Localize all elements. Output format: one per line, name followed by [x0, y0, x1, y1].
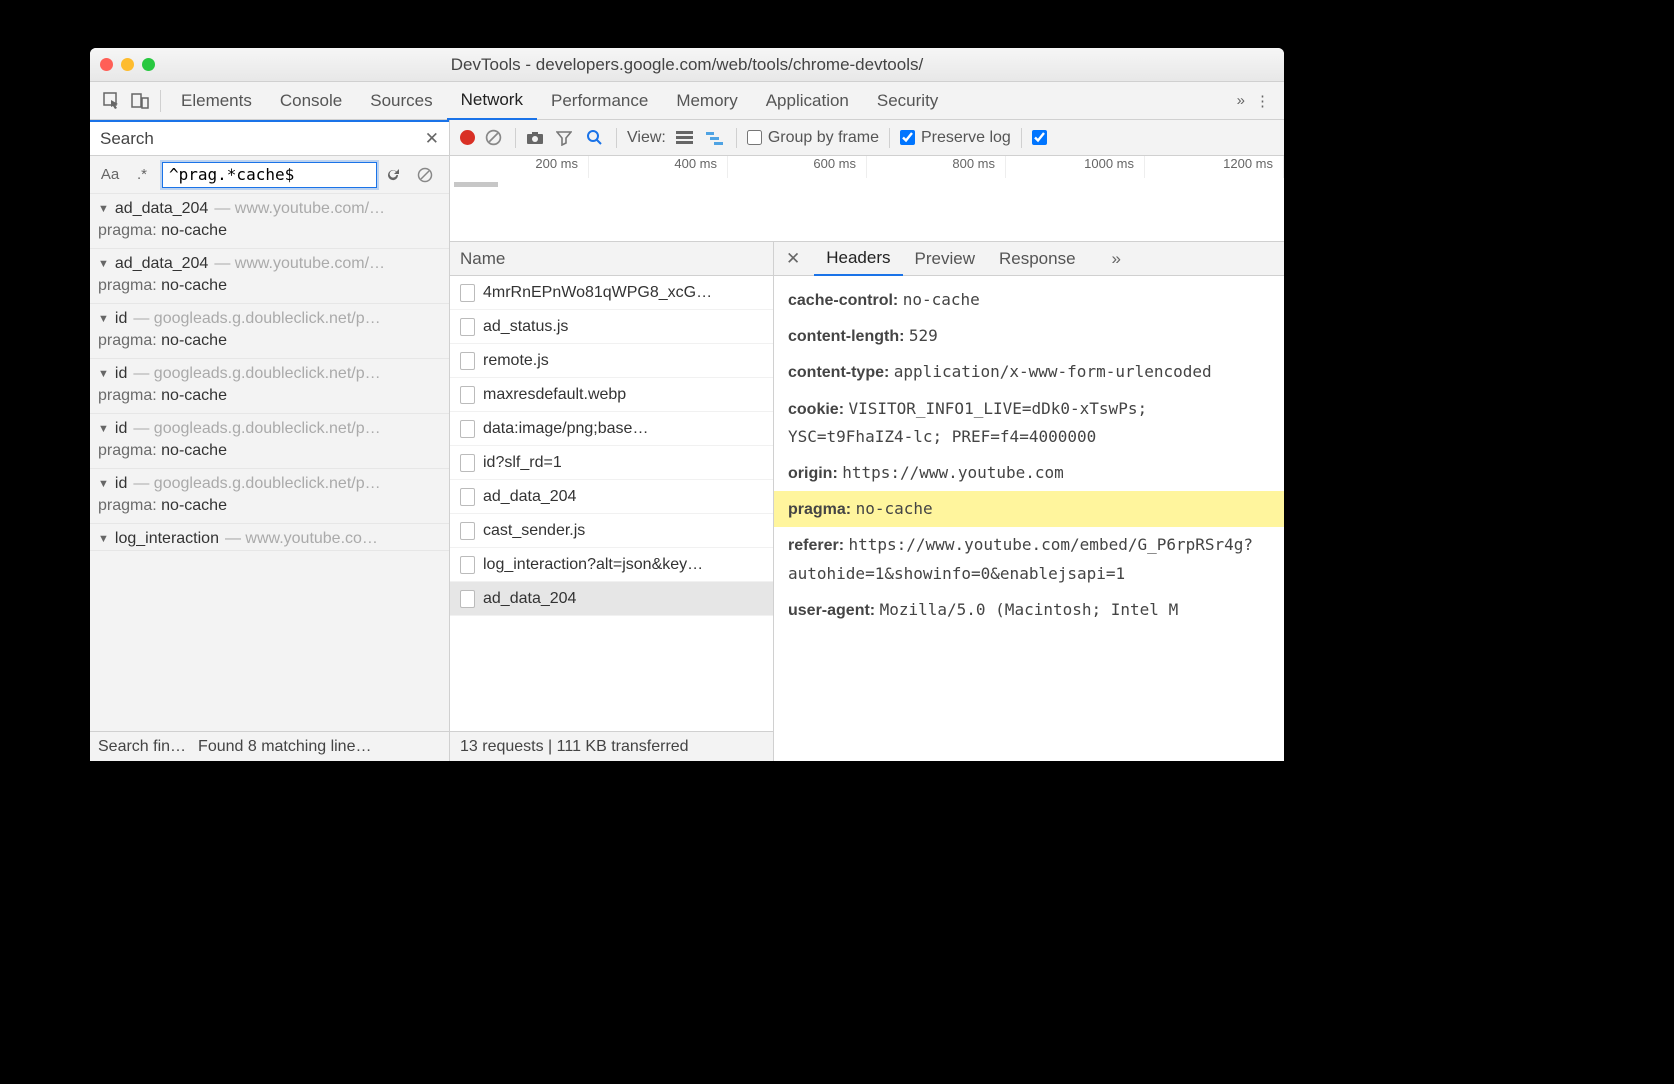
close-window-button[interactable] [100, 58, 113, 71]
request-row[interactable]: ad_status.js [450, 310, 773, 344]
file-icon [460, 522, 475, 540]
search-icon[interactable] [586, 129, 606, 146]
request-row[interactable]: cast_sender.js [450, 514, 773, 548]
header-row[interactable]: content-type: application/x-www-form-url… [774, 354, 1284, 390]
caret-down-icon: ▼ [98, 313, 109, 325]
search-panel-header: Search ✕ [90, 120, 449, 156]
detail-tab-response[interactable]: Response [987, 242, 1088, 276]
caret-down-icon: ▼ [98, 478, 109, 490]
search-status-left: Search fin… [98, 738, 186, 756]
minimize-window-button[interactable] [121, 58, 134, 71]
search-result[interactable]: ▼id — googleads.g.doubleclick.net/p…prag… [90, 304, 449, 359]
close-detail-icon[interactable]: ✕ [778, 249, 808, 269]
file-icon [460, 420, 475, 438]
tab-memory[interactable]: Memory [662, 82, 751, 120]
group-by-frame-checkbox[interactable]: Group by frame [747, 129, 879, 147]
network-toolbar: View: Group by frame Preserve log [450, 120, 1284, 156]
file-icon [460, 318, 475, 336]
zoom-window-button[interactable] [142, 58, 155, 71]
search-result[interactable]: ▼log_interaction — www.youtube.co… [90, 524, 449, 551]
disable-cache-checkbox[interactable] [1032, 130, 1050, 145]
request-row[interactable]: data:image/png;base… [450, 412, 773, 446]
header-row[interactable]: cookie: VISITOR_INFO1_LIVE=dDk0-xTswPs; … [774, 391, 1284, 455]
search-panel: Search ✕ Aa .* ▼ad_data_204 — www.youtub… [90, 120, 450, 761]
file-icon [460, 590, 475, 608]
tab-elements[interactable]: Elements [167, 82, 266, 120]
detail-tab-preview[interactable]: Preview [903, 242, 987, 276]
request-row[interactable]: maxresdefault.webp [450, 378, 773, 412]
file-icon [460, 352, 475, 370]
panel-tabs: ElementsConsoleSourcesNetworkPerformance… [90, 82, 1284, 120]
more-detail-tabs-icon[interactable]: » [1112, 249, 1121, 269]
file-icon [460, 284, 475, 302]
devtools-window: DevTools - developers.google.com/web/too… [90, 48, 1284, 761]
request-row[interactable]: log_interaction?alt=json&key… [450, 548, 773, 582]
header-row[interactable]: pragma: no-cache [774, 491, 1284, 527]
search-result[interactable]: ▼ad_data_204 — www.youtube.com/…pragma: … [90, 249, 449, 304]
tab-security[interactable]: Security [863, 82, 952, 120]
screenshot-icon[interactable] [526, 131, 546, 145]
detail-tab-headers[interactable]: Headers [814, 242, 902, 276]
requests-summary: 13 requests | 111 KB transferred [450, 731, 773, 761]
request-row[interactable]: ad_data_204 [450, 582, 773, 616]
waterfall-icon[interactable] [706, 131, 726, 145]
large-rows-icon[interactable] [676, 131, 696, 145]
caret-down-icon: ▼ [98, 533, 109, 545]
request-row[interactable]: 4mrRnEPnWo81qWPG8_xcG… [450, 276, 773, 310]
tab-network[interactable]: Network [447, 82, 537, 120]
file-icon [460, 454, 475, 472]
search-title: Search [100, 129, 154, 149]
view-label: View: [627, 129, 666, 147]
header-row[interactable]: content-length: 529 [774, 318, 1284, 354]
close-search-icon[interactable]: ✕ [425, 129, 439, 149]
search-result[interactable]: ▼id — googleads.g.doubleclick.net/p…prag… [90, 359, 449, 414]
request-row[interactable]: id?slf_rd=1 [450, 446, 773, 480]
window-title: DevTools - developers.google.com/web/too… [451, 55, 923, 75]
window-controls [100, 58, 155, 71]
titlebar: DevTools - developers.google.com/web/too… [90, 48, 1284, 82]
kebab-menu-icon[interactable]: ⋮ [1255, 92, 1270, 110]
clear-icon[interactable] [485, 129, 505, 146]
device-toggle-icon[interactable] [126, 92, 154, 110]
match-case-toggle[interactable]: Aa [98, 166, 122, 183]
timeline-overview[interactable]: 200 ms400 ms600 ms800 ms1000 ms1200 ms [450, 156, 1284, 242]
tab-performance[interactable]: Performance [537, 82, 662, 120]
caret-down-icon: ▼ [98, 203, 109, 215]
header-row[interactable]: referer: https://www.youtube.com/embed/G… [774, 527, 1284, 591]
name-column-header[interactable]: Name [450, 242, 773, 276]
filter-icon[interactable] [556, 130, 576, 146]
search-result[interactable]: ▼ad_data_204 — www.youtube.com/…pragma: … [90, 194, 449, 249]
header-row[interactable]: origin: https://www.youtube.com [774, 455, 1284, 491]
search-result[interactable]: ▼id — googleads.g.doubleclick.net/p…prag… [90, 469, 449, 524]
inspect-icon[interactable] [98, 92, 126, 110]
search-input[interactable] [162, 162, 377, 188]
more-tabs-icon[interactable]: » [1237, 92, 1245, 109]
preserve-log-checkbox[interactable]: Preserve log [900, 129, 1011, 147]
request-row[interactable]: ad_data_204 [450, 480, 773, 514]
tab-application[interactable]: Application [752, 82, 863, 120]
search-result[interactable]: ▼id — googleads.g.doubleclick.net/p…prag… [90, 414, 449, 469]
clear-search-icon[interactable] [417, 167, 441, 183]
request-row[interactable]: remote.js [450, 344, 773, 378]
file-icon [460, 386, 475, 404]
file-icon [460, 488, 475, 506]
file-icon [460, 556, 475, 574]
caret-down-icon: ▼ [98, 258, 109, 270]
tab-sources[interactable]: Sources [356, 82, 446, 120]
header-row[interactable]: cache-control: no-cache [774, 282, 1284, 318]
caret-down-icon: ▼ [98, 368, 109, 380]
tab-console[interactable]: Console [266, 82, 356, 120]
caret-down-icon: ▼ [98, 423, 109, 435]
refresh-search-icon[interactable] [385, 167, 409, 183]
header-row[interactable]: user-agent: Mozilla/5.0 (Macintosh; Inte… [774, 592, 1284, 628]
regex-toggle[interactable]: .* [130, 166, 154, 183]
record-button[interactable] [460, 130, 475, 145]
search-status-right: Found 8 matching line… [198, 738, 371, 756]
